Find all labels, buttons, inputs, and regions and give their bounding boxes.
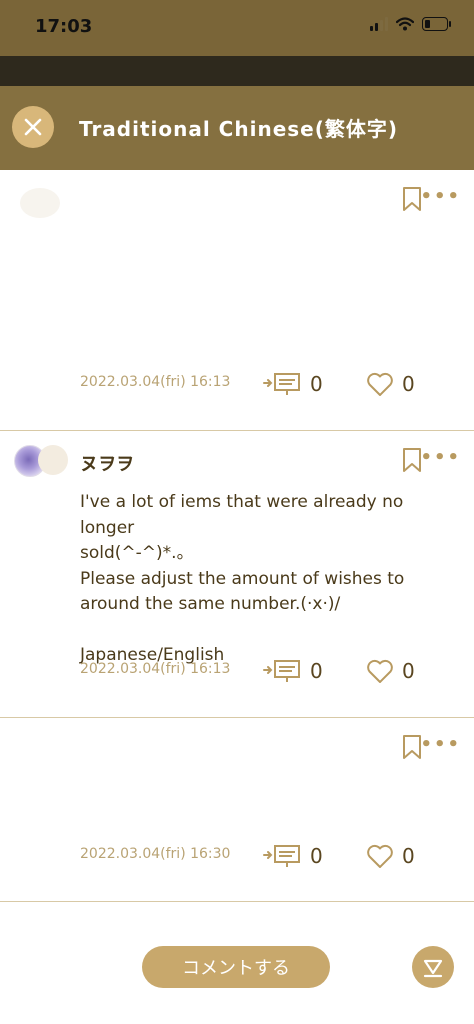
more-menu-icon[interactable]: ••• <box>420 447 461 468</box>
heart-icon <box>367 372 393 396</box>
reply-icon <box>263 845 300 867</box>
status-icons <box>370 17 451 31</box>
post-body: I've a lot of iems that were already no … <box>80 490 460 669</box>
title-bar: Traditional Chinese(繁体字) <box>0 86 474 170</box>
bookmark-icon[interactable] <box>402 447 422 473</box>
post-time: 2022.03.04(fri) 16:30 <box>80 846 231 862</box>
bookmark-icon[interactable] <box>402 186 422 212</box>
post-body-line: Japanese/English <box>80 645 225 665</box>
post-card: ••• 2022.03.04(fri) 16:13 0 0 <box>0 170 474 431</box>
more-menu-icon[interactable]: ••• <box>420 186 461 207</box>
comment-button[interactable]: コメントする <box>142 946 330 988</box>
post-body-line: around the same number.(·x·)/ <box>80 594 341 614</box>
avatar[interactable] <box>38 445 68 475</box>
reply-count: 0 <box>310 372 323 396</box>
close-button[interactable] <box>12 106 54 148</box>
battery-icon <box>422 17 451 31</box>
post-body-line: Please adjust the amount of wishes to <box>80 568 405 589</box>
like-count: 0 <box>402 844 415 868</box>
post-card: ••• 2022.03.04(fri) 16:30 0 0 <box>0 718 474 902</box>
wifi-icon <box>396 17 414 31</box>
nav-band <box>0 56 474 86</box>
heart-icon <box>367 844 393 868</box>
scroll-bottom-button[interactable] <box>412 946 454 988</box>
post-body-line <box>80 618 460 644</box>
close-icon <box>24 118 42 136</box>
page-title: Traditional Chinese(繁体字) <box>79 117 399 141</box>
status-bar: 17:03 <box>0 0 474 56</box>
post-body-line: sold(^-^)*.。 <box>80 543 194 563</box>
like-count: 0 <box>402 372 415 396</box>
post-body-line: I've a lot of iems that were already no … <box>80 492 404 538</box>
status-time: 17:03 <box>35 16 93 37</box>
reply-icon <box>263 373 300 395</box>
reply-count: 0 <box>310 844 323 868</box>
faded-content <box>20 188 60 218</box>
bookmark-icon[interactable] <box>402 734 422 760</box>
more-menu-icon[interactable]: ••• <box>420 734 461 755</box>
scroll-to-bottom-icon <box>423 959 443 978</box>
signal-icon <box>370 17 388 31</box>
like-button[interactable]: 0 <box>366 843 415 869</box>
reply-button[interactable]: 0 <box>262 843 323 869</box>
username[interactable]: ヌヲヲ <box>80 450 134 476</box>
post-time: 2022.03.04(fri) 16:13 <box>80 374 231 390</box>
like-button[interactable]: 0 <box>366 371 415 397</box>
reply-button[interactable]: 0 <box>262 371 323 397</box>
